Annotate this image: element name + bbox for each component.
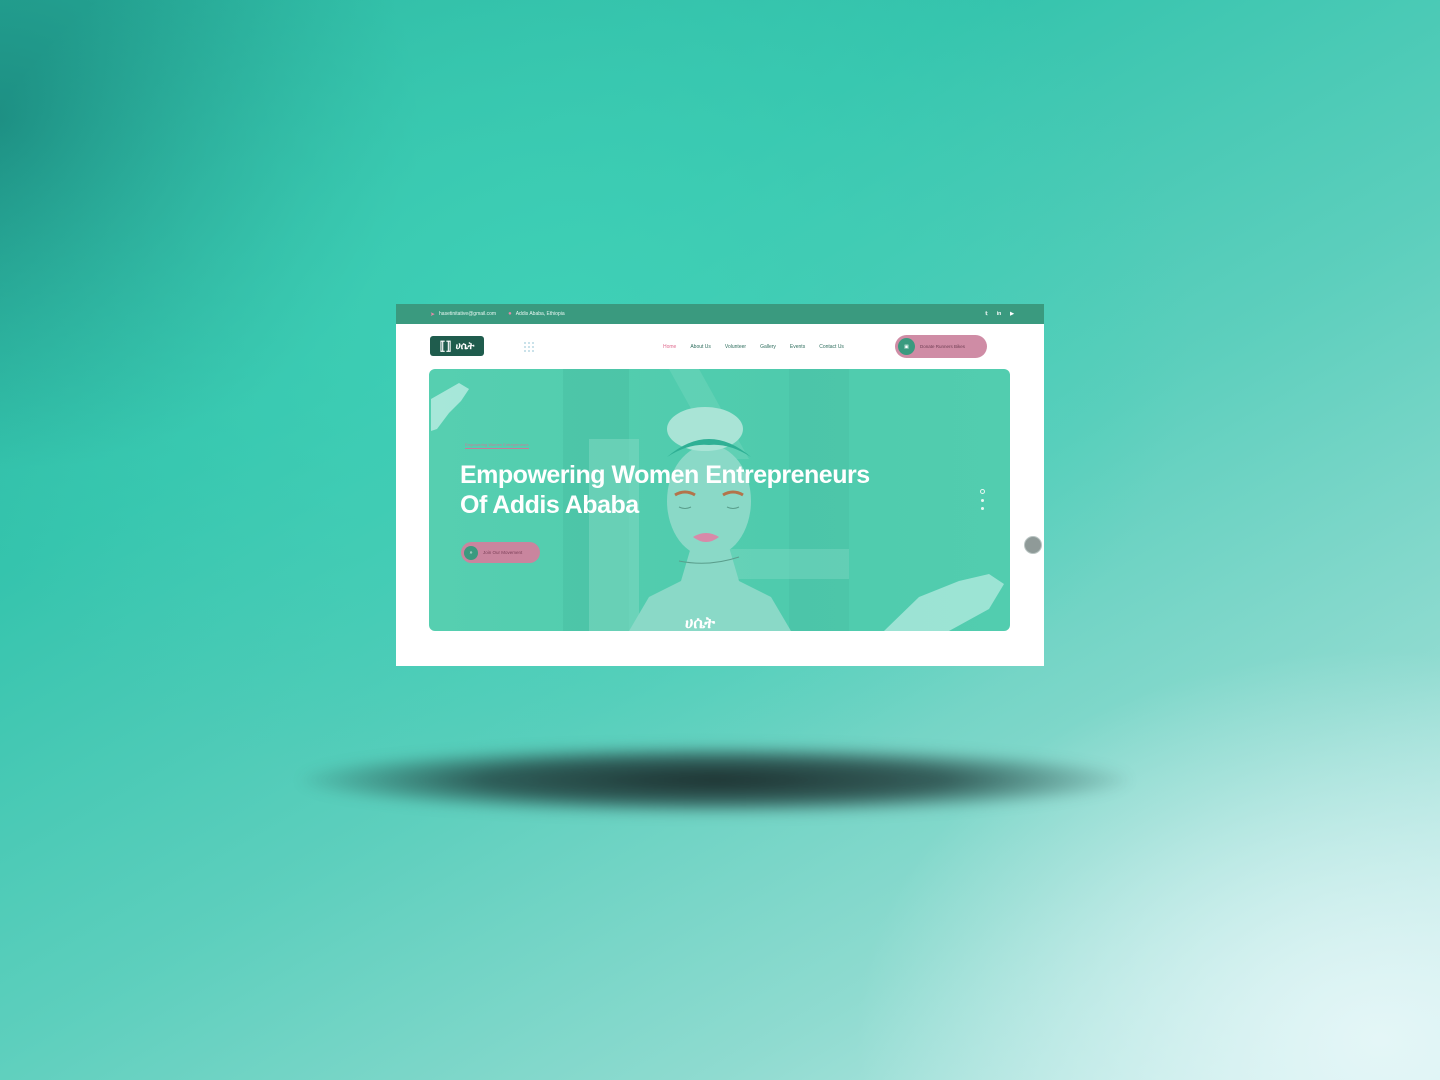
youtube-icon[interactable]: ▶	[1010, 311, 1014, 317]
nav-item-home[interactable]: Home	[663, 344, 676, 350]
website-mockup: ➤ hasetinitative@gmail.com ● Addis Ababa…	[396, 304, 1044, 666]
nav-menu: Home About Us Volunteer Gallery Events C…	[663, 344, 844, 350]
hero-banner: Empowering Women Entrepreneurs Empowerin…	[429, 369, 1010, 631]
social-links: 𝕥 in ▶	[985, 311, 1014, 317]
slide-dot-3[interactable]	[981, 507, 984, 510]
linkedin-icon[interactable]: in	[997, 311, 1001, 317]
nav-item-gallery[interactable]: Gallery	[760, 344, 776, 350]
email-text: hasetinitative@gmail.com	[439, 311, 497, 317]
donate-label: Donate Runners Bikes	[920, 344, 966, 349]
donate-button[interactable]: ▣ Donate Runners Bikes	[895, 335, 987, 358]
nav-item-volunteer[interactable]: Volunteer	[725, 344, 746, 350]
slide-dot-2[interactable]	[981, 499, 984, 502]
join-movement-button[interactable]: » Join Our Movement	[461, 542, 540, 563]
email-contact[interactable]: ➤ hasetinitative@gmail.com	[430, 311, 496, 318]
headline-line-1: Empowering Women Entrepreneurs	[460, 461, 870, 489]
site-logo[interactable]: ⟦⟧ ሀሴት	[430, 336, 484, 356]
main-navbar: ⟦⟧ ሀሴት Home About Us Volunteer Gallery E…	[396, 324, 1044, 369]
join-label: Join Our Movement	[483, 550, 523, 555]
hero-headline: Empowering Women Entrepreneurs Of Addis …	[460, 460, 920, 520]
slider-pagination	[980, 489, 985, 510]
nav-item-about-us[interactable]: About Us	[690, 344, 711, 350]
twitter-icon[interactable]: 𝕥	[985, 311, 987, 317]
address-text: Addis Ababa, Ethiopia	[515, 311, 565, 317]
send-icon: ➤	[430, 311, 436, 318]
nav-item-contact-us[interactable]: Contact Us	[819, 344, 844, 350]
top-info-bar: ➤ hasetinitative@gmail.com ● Addis Ababa…	[396, 304, 1044, 324]
arrow-right-icon: »	[464, 545, 478, 560]
address-contact: ● Addis Ababa, Ethiopia	[508, 311, 565, 317]
hero-watermark: ሀሴት	[685, 615, 716, 631]
logo-mark-icon: ⟦⟧	[439, 339, 452, 353]
slide-dot-1[interactable]	[980, 489, 985, 494]
logo-text: ሀሴት	[455, 340, 475, 352]
nav-item-events[interactable]: Events	[790, 344, 805, 350]
mockup-floor-shadow	[300, 745, 1130, 815]
grid-dots-icon[interactable]	[523, 341, 535, 353]
gift-icon: ▣	[898, 338, 915, 355]
hero-eyebrow: Empowering Women Entrepreneurs	[465, 442, 529, 449]
location-pin-icon: ●	[508, 311, 512, 317]
scroll-knob[interactable]	[1024, 536, 1042, 554]
headline-line-2: Of Addis Ababa	[460, 491, 639, 519]
